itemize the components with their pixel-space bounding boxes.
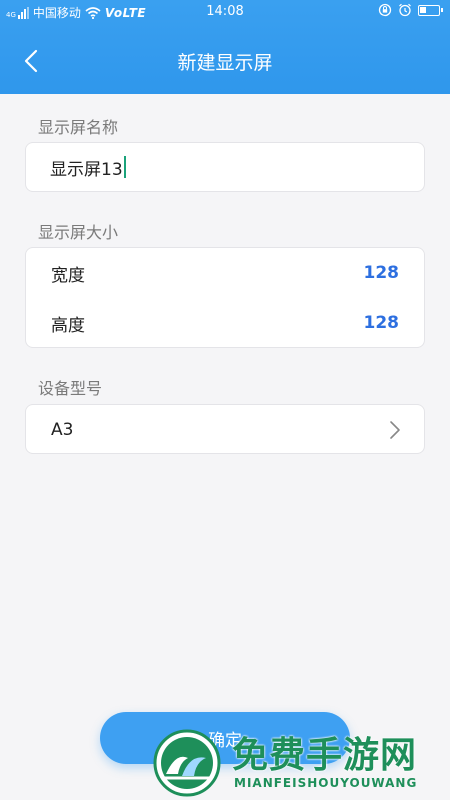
text-cursor <box>123 156 126 178</box>
size-card: 宽度 128 高度 128 <box>25 247 425 348</box>
watermark: 免费手游网 MIANFEISHOUYOUWANG <box>152 724 450 800</box>
size-section-label: 显示屏大小 <box>38 223 119 242</box>
lock-rotation-icon <box>378 3 392 17</box>
device-model-row[interactable]: A3 <box>26 405 424 455</box>
device-section-label: 设备型号 <box>38 379 103 398</box>
header: 4G 中国移动 VoLTE 14:08 新建显示屏 <box>0 0 450 94</box>
status-right <box>378 3 443 17</box>
watermark-subtitle: MIANFEISHOUYOUWANG <box>234 776 418 790</box>
device-model-value: A3 <box>51 420 74 440</box>
name-section-label: 显示屏名称 <box>38 118 119 137</box>
chevron-right-icon <box>390 421 400 439</box>
device-model-selector[interactable]: A3 <box>25 404 425 454</box>
chevron-left-icon[interactable] <box>20 48 44 74</box>
width-value[interactable]: 128 <box>364 263 400 283</box>
watermark-logo-icon <box>153 729 221 797</box>
battery-icon <box>418 4 443 16</box>
watermark-title: 免费手游网 <box>232 734 418 776</box>
width-label: 宽度 <box>51 265 85 286</box>
app-screen: 4G 中国移动 VoLTE 14:08 新建显示屏 显示屏名称 显示屏13 显示… <box>0 0 450 800</box>
alarm-icon <box>399 3 411 17</box>
screen-name-input[interactable]: 显示屏13 <box>26 143 424 191</box>
status-bar: 4G 中国移动 VoLTE 14:08 <box>0 0 450 24</box>
height-label: 高度 <box>51 315 85 336</box>
page-title: 新建显示屏 <box>177 52 273 74</box>
screen-name-value: 显示屏13 <box>50 159 123 180</box>
width-row[interactable]: 宽度 128 <box>26 248 424 298</box>
nav-bar: 新建显示屏 <box>0 36 450 86</box>
name-field-card: 显示屏13 <box>25 142 425 192</box>
height-row[interactable]: 高度 128 <box>26 298 424 348</box>
height-value[interactable]: 128 <box>364 313 400 333</box>
